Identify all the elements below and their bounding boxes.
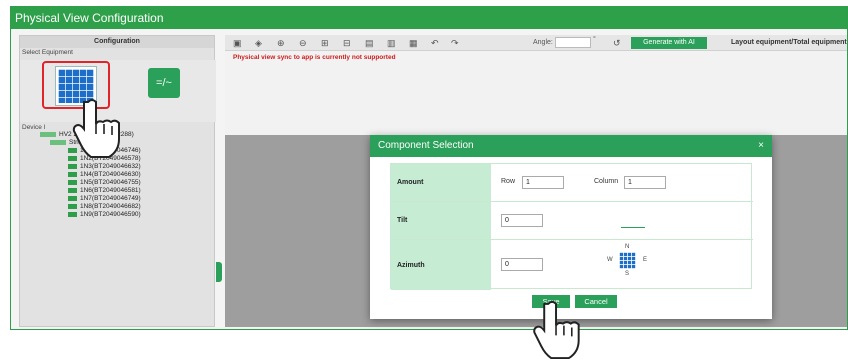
amount-label: Amount — [391, 164, 491, 201]
select-icon[interactable]: ▣ — [233, 38, 242, 48]
tree-item[interactable]: 1N4(BT2049046630) — [40, 171, 141, 179]
module-node-icon — [68, 195, 77, 201]
tree-item[interactable]: 1N8(BT2049046682) — [40, 203, 141, 211]
module-node-icon — [68, 171, 77, 177]
tree-item[interactable]: 1N9(BT2049046590) — [40, 211, 141, 219]
zoom-out-icon[interactable]: ⊖ — [299, 38, 307, 48]
tree-item-label: 1N7(BT2049046749) — [80, 195, 141, 202]
module-node-icon — [68, 203, 77, 209]
generate-with-ai-button[interactable]: Generate with AI — [631, 37, 707, 49]
module-node-icon — [68, 187, 77, 193]
redo-icon[interactable]: ↷ — [451, 38, 459, 48]
tree-item-label: 1N3(BT2049046632) — [80, 163, 141, 170]
align-bottom-icon[interactable]: ▥ — [387, 38, 396, 48]
inverter-icon: =/~ — [156, 77, 172, 89]
undo-icon[interactable]: ↶ — [431, 38, 439, 48]
module-node-icon — [68, 179, 77, 185]
toolbar: ▣ ◈ ⊕ ⊖ ⊞ ⊟ ▤ ▥ ▦ ↶ ↷ Angle: ° ↺ Generat… — [225, 35, 847, 51]
compass-west: W — [607, 257, 613, 263]
compass-icon: N W E S — [607, 244, 647, 278]
degree-symbol: ° — [593, 36, 596, 43]
tree-item-label: 1N5(BT2049046755) — [80, 179, 141, 186]
delete-icon[interactable]: ▦ — [409, 38, 418, 48]
align-top-icon[interactable]: ▤ — [365, 38, 374, 48]
dialog-title-text: Component Selection — [378, 140, 474, 151]
azimuth-input[interactable]: 0 — [501, 258, 543, 271]
dialog-title: Component Selection × — [370, 135, 772, 157]
compass-east: E — [643, 257, 648, 263]
sync-warning: Physical view sync to app is currently n… — [233, 54, 396, 61]
tree-item[interactable]: 1N7(BT2049046749) — [40, 195, 141, 203]
configuration-panel: Configuration Select Equipment =/~ Devic… — [19, 35, 222, 327]
angle-label: Angle: — [533, 39, 553, 46]
rotate-icon[interactable]: ↺ — [613, 38, 621, 48]
module-node-icon — [68, 163, 77, 169]
component-form: Amount Row 1 Column 1 Tilt 0 Azimuth 0 N… — [390, 163, 753, 290]
zoom-in-icon[interactable]: ⊕ — [277, 38, 285, 48]
pv-module-icon — [619, 252, 636, 269]
tree-item-label: 1N9(BT2049046590) — [80, 211, 141, 218]
azimuth-row: Azimuth 0 N W E S — [391, 240, 753, 290]
tree-item-label: 1N6(BT2049046581) — [80, 187, 141, 194]
pointer-hand-icon — [533, 300, 580, 360]
component-selection-dialog: Component Selection × Amount Row 1 Colum… — [370, 135, 772, 319]
configuration-header: Configuration — [20, 36, 214, 48]
compass-south: S — [625, 271, 630, 277]
collapse-panel-handle[interactable] — [216, 262, 222, 282]
layout-count-label: Layout equipment/Total equipment — [731, 39, 847, 46]
column-label: Column — [594, 178, 619, 185]
tree-item-label: 1N8(BT2049046682) — [80, 203, 141, 210]
module-node-icon — [68, 211, 77, 217]
inverter-node-icon — [40, 131, 56, 137]
string-node-icon — [50, 139, 66, 145]
align-left-icon[interactable]: ⊞ — [321, 38, 329, 48]
tilt-label: Tilt — [391, 202, 491, 239]
device-list-label: Device l — [22, 124, 46, 131]
tree-item[interactable]: 1N6(BT2049046581) — [40, 187, 141, 195]
window-title: Physical View Configuration — [11, 7, 847, 29]
tree-item[interactable]: 1N3(BT2049046632) — [40, 163, 141, 171]
column-input[interactable]: 1 — [624, 176, 666, 189]
tilt-input[interactable]: 0 — [501, 214, 543, 227]
row-label: Row — [501, 178, 516, 185]
compass-north: N — [625, 244, 630, 250]
inverter-option[interactable]: =/~ — [148, 68, 180, 98]
pointer-hand-icon — [72, 99, 120, 158]
azimuth-label: Azimuth — [391, 240, 491, 290]
tilt-row: Tilt 0 — [391, 202, 753, 240]
align-right-icon[interactable]: ⊟ — [343, 38, 351, 48]
tree-item[interactable]: 1N5(BT2049046755) — [40, 179, 141, 187]
tree-item-label: 1N4(BT2049046630) — [80, 171, 141, 178]
close-icon[interactable]: × — [758, 135, 764, 157]
tilt-indicator — [621, 227, 645, 228]
angle-input[interactable] — [555, 37, 591, 48]
select-equipment-label: Select Equipment — [22, 49, 73, 56]
row-input[interactable]: 1 — [522, 176, 564, 189]
amount-row: Amount Row 1 Column 1 — [391, 164, 753, 202]
eraser-icon[interactable]: ◈ — [255, 38, 262, 48]
